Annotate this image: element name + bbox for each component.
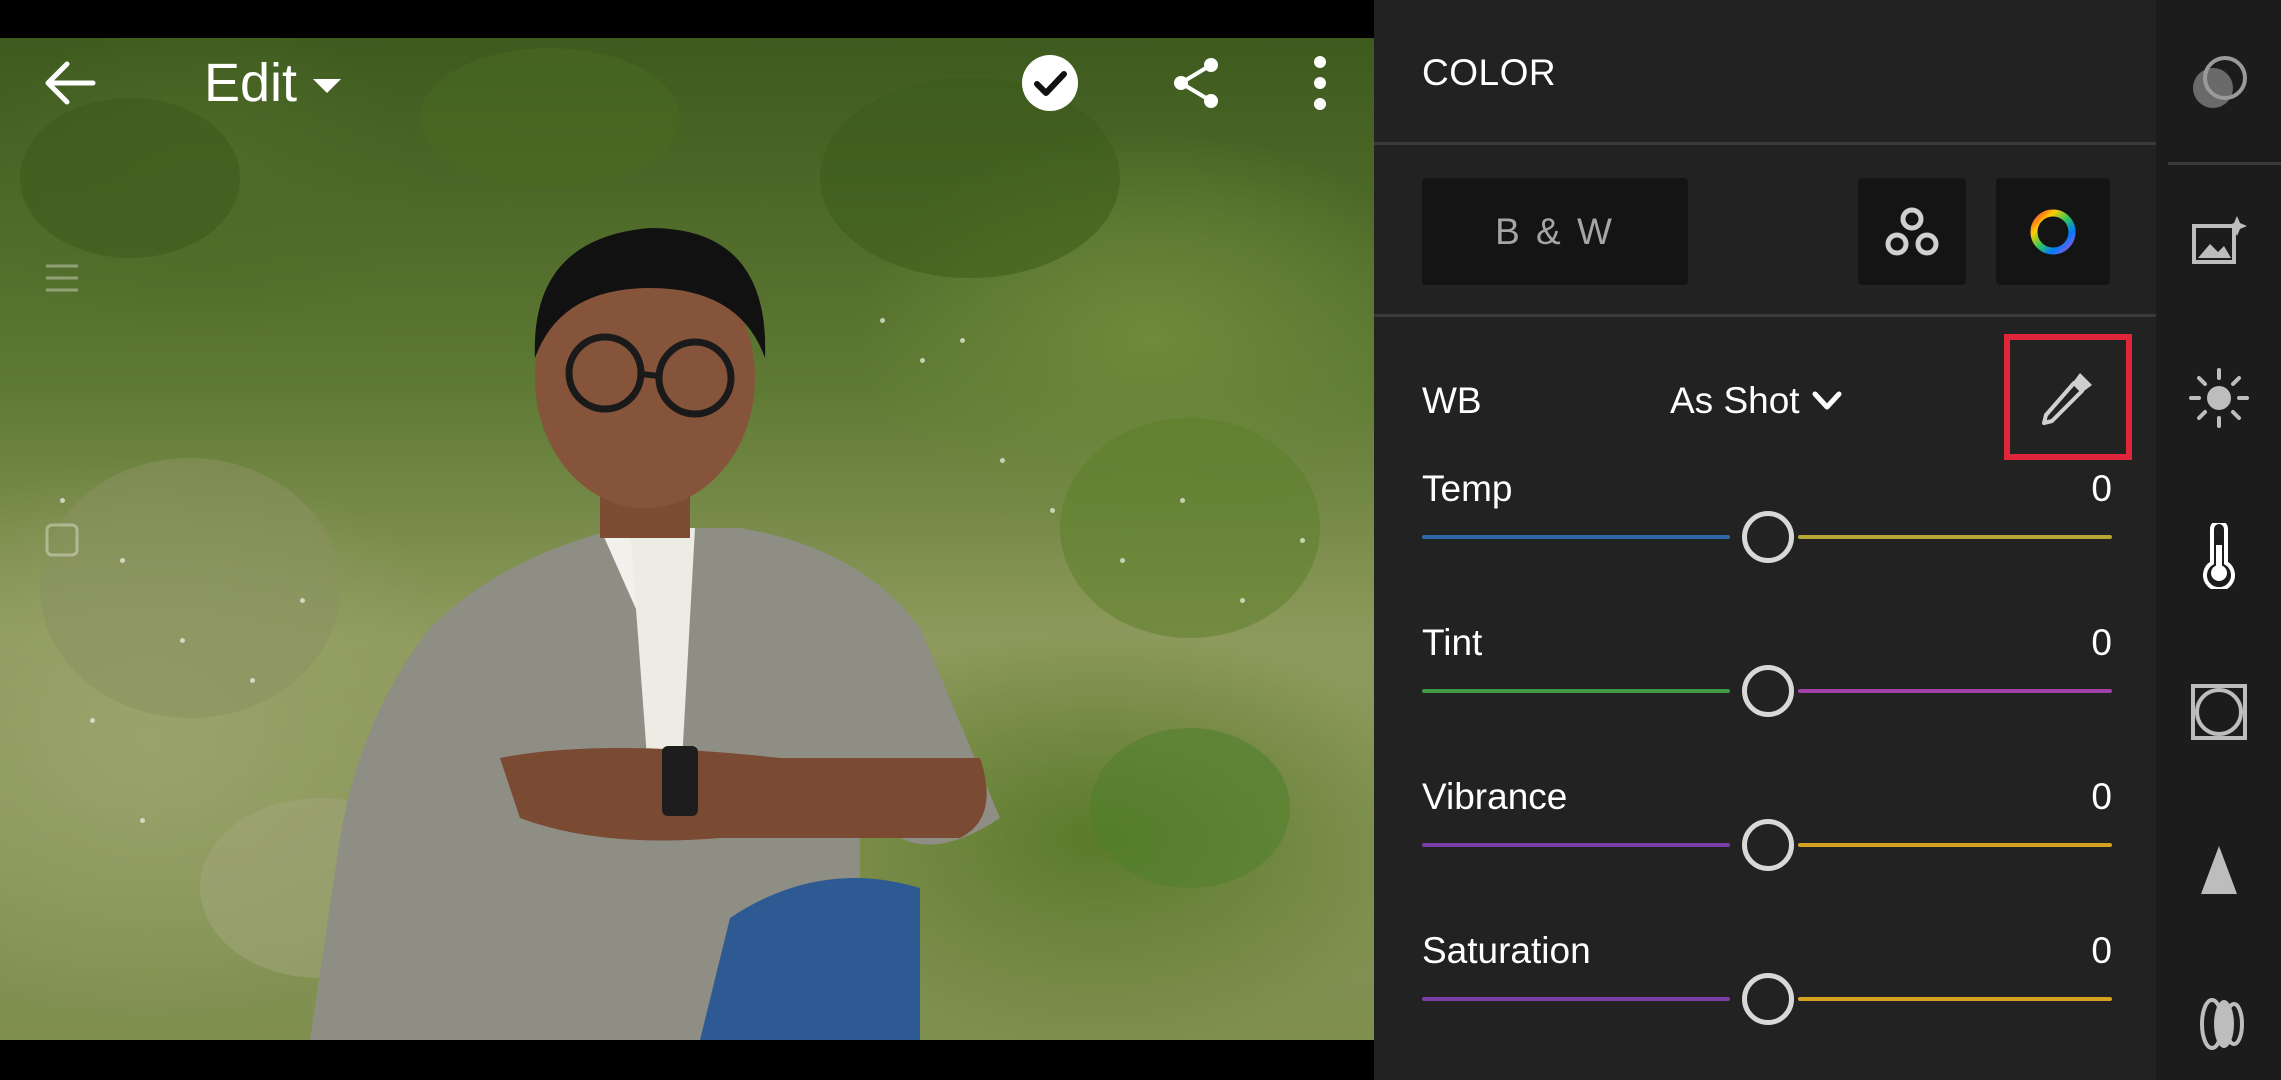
slider-track[interactable] — [1422, 997, 1730, 1001]
slider-vibrance: Vibrance 0 — [1422, 776, 2112, 876]
rail-auto-button[interactable] — [2156, 190, 2281, 290]
slider-value: 0 — [2091, 622, 2112, 663]
panel-title: COLOR — [1422, 52, 1557, 93]
white-balance-eyedropper-button[interactable] — [2004, 334, 2132, 460]
histogram-toggle-icon[interactable] — [44, 260, 80, 301]
slider-temp: Temp 0 — [1422, 468, 2112, 568]
back-arrow-icon — [45, 61, 96, 105]
rail-optics-button[interactable] — [2156, 974, 2281, 1074]
photo-preview[interactable] — [0, 38, 1374, 1040]
slider-track[interactable] — [1798, 689, 2112, 693]
panel-divider — [1374, 314, 2156, 317]
more-options-button[interactable] — [1300, 50, 1340, 116]
slider-track[interactable] — [1798, 535, 2112, 539]
color-mix-icon — [1885, 207, 1939, 255]
slider-track[interactable] — [1798, 843, 2112, 847]
effects-icon — [2190, 684, 2247, 740]
share-icon — [1174, 58, 1218, 108]
slider-saturation: Saturation 0 — [1422, 930, 2112, 1030]
optics-lens-icon — [2199, 998, 2244, 1050]
slider-label: Saturation — [1422, 930, 1591, 971]
slider-thumb[interactable] — [1742, 511, 1794, 563]
tool-rail — [2156, 0, 2281, 1080]
chevron-down-icon — [1812, 391, 1842, 410]
panel-divider — [1374, 142, 2156, 145]
caret-down-icon — [313, 79, 342, 93]
slider-label: Temp — [1422, 468, 1513, 509]
thermometer-icon — [2202, 523, 2235, 589]
color-mix-button[interactable] — [1858, 178, 1966, 285]
rail-color-button[interactable] — [2156, 506, 2281, 606]
rail-divider — [2168, 162, 2281, 165]
slider-track[interactable] — [1422, 689, 1730, 693]
slider-value: 0 — [2091, 930, 2112, 971]
edit-mode-label: Edit — [204, 53, 298, 113]
back-button[interactable] — [42, 50, 98, 116]
slider-thumb[interactable] — [1742, 665, 1794, 717]
color-grading-button[interactable] — [1996, 178, 2110, 285]
slider-thumb[interactable] — [1742, 973, 1794, 1025]
checkmark-icon — [1022, 55, 1078, 111]
edit-mode-dropdown[interactable]: Edit — [204, 52, 342, 114]
more-vertical-icon — [1314, 56, 1326, 110]
white-balance-dropdown[interactable]: As Shot — [1670, 380, 1842, 422]
rail-effects-button[interactable] — [2156, 662, 2281, 762]
white-balance-label: WB — [1422, 380, 1482, 421]
compare-toggle-icon[interactable] — [44, 522, 80, 563]
slider-label: Tint — [1422, 622, 1483, 663]
done-button[interactable] — [1020, 50, 1080, 116]
slider-track[interactable] — [1422, 843, 1730, 847]
color-wheel-icon — [2030, 209, 2076, 254]
rail-presets-button[interactable] — [2156, 34, 2281, 134]
slider-thumb[interactable] — [1742, 819, 1794, 871]
rail-light-button[interactable] — [2156, 348, 2281, 448]
slider-tint: Tint 0 — [1422, 622, 2112, 722]
slider-track[interactable] — [1422, 535, 1730, 539]
detail-triangle-icon — [2200, 846, 2237, 894]
slider-label: Vibrance — [1422, 776, 1568, 817]
black-white-button[interactable]: B & W — [1422, 178, 1688, 285]
share-button[interactable] — [1166, 50, 1226, 116]
light-sun-icon — [2188, 368, 2249, 428]
auto-enhance-icon — [2191, 216, 2247, 264]
eyedropper-icon — [2042, 373, 2092, 425]
presets-icon — [2192, 56, 2247, 108]
slider-value: 0 — [2091, 468, 2112, 509]
white-balance-value: As Shot — [1670, 380, 1800, 421]
slider-track[interactable] — [1798, 997, 2112, 1001]
photo-subject — [310, 228, 1000, 1040]
slider-value: 0 — [2091, 776, 2112, 817]
color-panel: COLOR B & W WB As Shot Temp 0 Tint 0 Vib… — [1374, 0, 2156, 1080]
rail-detail-button[interactable] — [2156, 820, 2281, 920]
photo-canvas-area: Edit — [0, 0, 1374, 1080]
